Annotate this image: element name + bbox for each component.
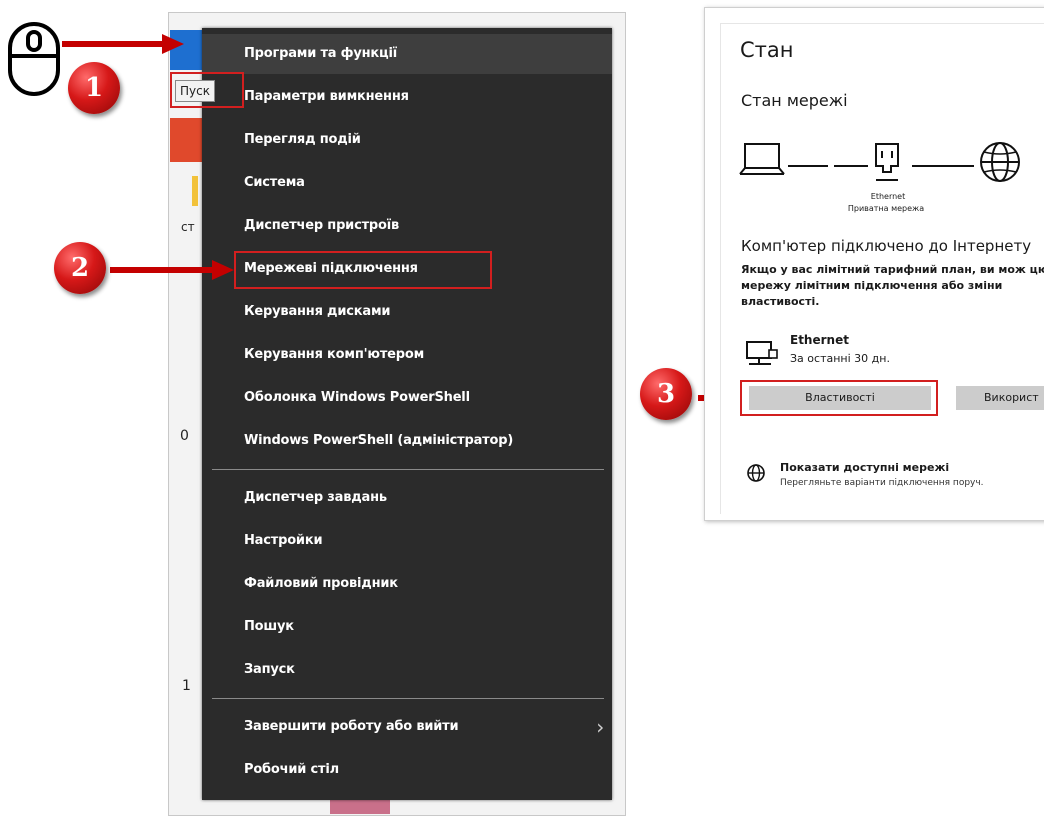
data-usage-button[interactable]: Використ	[956, 386, 1044, 410]
adapter-period: За останні 30 дн.	[790, 352, 890, 365]
pinned-tile-red[interactable]	[170, 118, 202, 162]
arrow-to-start-icon	[62, 34, 184, 54]
menu-item-task-manager[interactable]: Диспетчер завдань	[202, 478, 612, 518]
pinned-tile-yellow[interactable]	[192, 176, 198, 206]
menu-item-shutdown[interactable]: Завершити роботу або вийти ›	[202, 707, 612, 747]
menu-item-file-explorer[interactable]: Файловий провідник	[202, 564, 612, 604]
menu-item-event-viewer[interactable]: Перегляд подій	[202, 120, 612, 160]
adapter-name: Ethernet	[790, 333, 849, 347]
menu-item-search[interactable]: Пошук	[202, 607, 612, 647]
menu-separator	[212, 469, 604, 470]
private-network-label: Приватна мережа	[847, 204, 925, 213]
menu-item-disk-management[interactable]: Керування дисками	[202, 292, 612, 332]
menu-item-computer-management[interactable]: Керування комп'ютером	[202, 335, 612, 375]
menu-item-device-manager[interactable]: Диспетчер пристроїв	[202, 206, 612, 246]
step-badge-1: 1	[68, 62, 120, 114]
show-networks-description: Перегляньте варіанти підключення поруч.	[780, 478, 984, 488]
network-globe-icon	[747, 464, 765, 482]
menu-item-powershell[interactable]: Оболонка Windows PowerShell	[202, 378, 612, 418]
step-badge-2: 2	[54, 242, 106, 294]
ethernet-adapter-icon	[746, 341, 778, 365]
menu-item-system[interactable]: Система	[202, 163, 612, 203]
desktop-fragment-zero: 0	[180, 428, 189, 444]
mouse-icon	[8, 22, 60, 96]
network-status-heading: Стан мережі	[741, 91, 848, 110]
page-title: Стан	[740, 38, 794, 62]
ethernet-label: Ethernet	[870, 192, 906, 201]
step-badge-3: 3	[640, 368, 692, 420]
connection-line	[788, 165, 828, 167]
arrow-to-network-connections-icon	[110, 260, 234, 280]
connection-line	[834, 165, 868, 167]
ethernet-port-icon	[875, 143, 899, 181]
menu-item-power-options[interactable]: Параметри вимкнення	[202, 77, 612, 117]
show-available-networks-link[interactable]: Показати доступні мережі	[780, 461, 949, 474]
desktop-tile-bottom	[330, 800, 390, 814]
laptop-icon	[739, 143, 785, 175]
menu-item-settings[interactable]: Настройки	[202, 521, 612, 561]
metered-connection-text: Якщо у вас лімітний тарифний план, ви мо…	[741, 263, 1044, 308]
desktop-fragment-st: ст	[181, 220, 195, 234]
menu-separator	[212, 698, 604, 699]
menu-item-powershell-admin[interactable]: Windows PowerShell (адміністратор)	[202, 421, 612, 461]
desktop-fragment-one: 1	[182, 678, 191, 694]
menu-item-apps-features[interactable]: Програми та функції	[202, 34, 612, 74]
menu-item-run[interactable]: Запуск	[202, 650, 612, 690]
winx-context-menu: Програми та функції Параметри вимкнення …	[202, 28, 612, 800]
globe-icon	[980, 142, 1020, 182]
chevron-right-icon: ›	[596, 715, 604, 739]
menu-item-shutdown-label: Завершити роботу або вийти	[244, 719, 459, 734]
highlight-start	[170, 72, 244, 108]
connection-line	[912, 165, 974, 167]
menu-item-desktop[interactable]: Робочий стіл	[202, 750, 612, 790]
connected-status-heading: Комп'ютер підключено до Інтернету	[741, 237, 1032, 255]
properties-button[interactable]: Властивості	[749, 386, 931, 410]
highlight-network-connections	[234, 251, 492, 289]
